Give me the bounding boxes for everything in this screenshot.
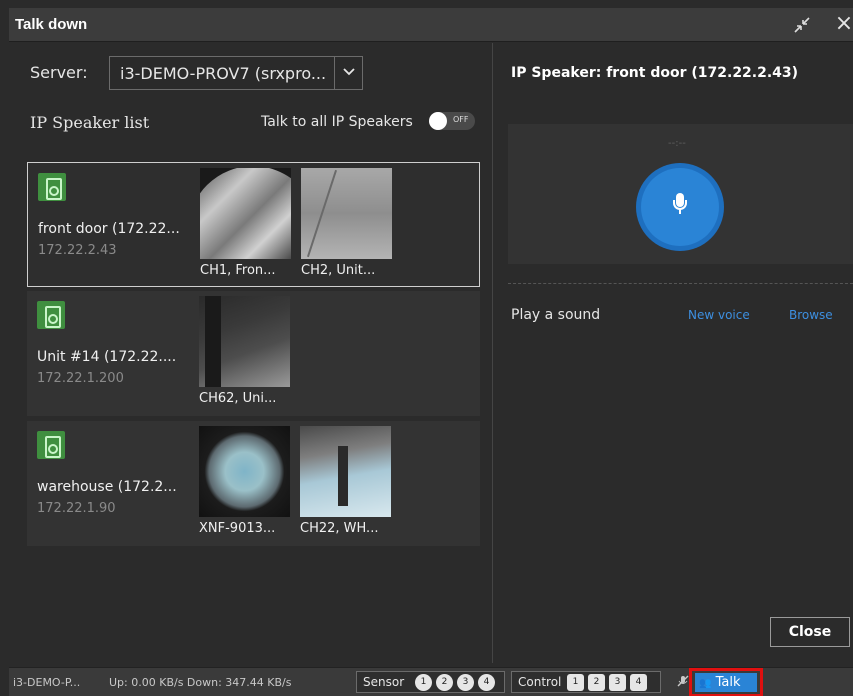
chevron-down-icon[interactable] bbox=[334, 57, 362, 89]
speaker-card-unit-14[interactable]: Unit #14 (172.22.... 172.22.1.200 CH62, … bbox=[27, 291, 480, 416]
camera-caption: CH2, Unit... bbox=[301, 263, 376, 278]
speaker-ip: 172.22.2.43 bbox=[38, 243, 117, 258]
control-3[interactable]: 3 bbox=[609, 674, 626, 691]
sensor-3[interactable]: 3 bbox=[457, 674, 474, 691]
new-voice-link[interactable]: New voice bbox=[688, 308, 750, 322]
talk-time-display: --:-- bbox=[668, 138, 686, 149]
control-group: Control 1 2 3 4 bbox=[511, 671, 661, 693]
control-1[interactable]: 1 bbox=[567, 674, 584, 691]
selected-speaker-title: IP Speaker: front door (172.22.2.43) bbox=[511, 65, 799, 81]
toggle-knob bbox=[429, 112, 447, 130]
server-label: Server: bbox=[30, 63, 88, 82]
talk-button-label: Talk bbox=[715, 675, 741, 690]
camera-thumbnail[interactable] bbox=[301, 168, 392, 259]
camera-caption: XNF-9013... bbox=[199, 521, 276, 536]
talk-all-label: Talk to all IP Speakers bbox=[261, 114, 413, 130]
talk-people-icon: 👥 bbox=[699, 678, 712, 689]
talk-all-toggle[interactable]: OFF bbox=[429, 112, 475, 130]
microphone-button[interactable] bbox=[641, 168, 719, 246]
camera-caption: CH22, WH... bbox=[300, 521, 379, 536]
control-label: Control bbox=[518, 675, 562, 689]
speaker-icon bbox=[37, 301, 65, 329]
sensor-label: Sensor bbox=[363, 675, 405, 689]
browse-link[interactable]: Browse bbox=[789, 308, 833, 322]
camera-thumbnail[interactable] bbox=[300, 426, 391, 517]
sensor-2[interactable]: 2 bbox=[436, 674, 453, 691]
talk-button[interactable]: 👥 Talk bbox=[689, 668, 763, 696]
control-4[interactable]: 4 bbox=[630, 674, 647, 691]
status-server: i3-DEMO-P... bbox=[13, 676, 81, 689]
speaker-list-pane: Server: i3-DEMO-PROV7 (srxpro... IP Spea… bbox=[9, 43, 492, 663]
sensor-group: Sensor 1 2 3 4 bbox=[356, 671, 505, 693]
speaker-card-front-door[interactable]: front door (172.22... 172.22.2.43 CH1, F… bbox=[27, 162, 480, 287]
section-divider bbox=[508, 283, 853, 284]
camera-caption: CH1, Fron... bbox=[200, 263, 276, 278]
speaker-ip: 172.22.1.200 bbox=[37, 371, 124, 386]
talk-audio-panel: --:-- bbox=[508, 124, 853, 264]
speaker-ip: 172.22.1.90 bbox=[37, 501, 116, 516]
sensor-1[interactable]: 1 bbox=[415, 674, 432, 691]
title-bar: Talk down × bbox=[9, 8, 853, 42]
status-bar: i3-DEMO-P... Up: 0.00 KB/s Down: 347.44 … bbox=[9, 667, 853, 696]
window-title: Talk down bbox=[15, 16, 88, 33]
speaker-icon bbox=[37, 431, 65, 459]
close-icon[interactable]: × bbox=[833, 11, 853, 37]
speaker-name: front door (172.22... bbox=[38, 221, 180, 237]
sensor-4[interactable]: 4 bbox=[478, 674, 495, 691]
status-transfer-rate: Up: 0.00 KB/s Down: 347.44 KB/s bbox=[109, 676, 292, 689]
control-2[interactable]: 2 bbox=[588, 674, 605, 691]
server-select-value: i3-DEMO-PROV7 (srxpro... bbox=[120, 64, 327, 83]
play-sound-label: Play a sound bbox=[511, 307, 601, 323]
server-select[interactable]: i3-DEMO-PROV7 (srxpro... bbox=[109, 56, 363, 90]
close-button[interactable]: Close bbox=[770, 617, 850, 647]
talk-detail-pane: IP Speaker: front door (172.22.2.43) --:… bbox=[493, 43, 853, 663]
camera-thumbnail[interactable] bbox=[199, 296, 290, 387]
speaker-list-heading: IP Speaker list bbox=[30, 113, 150, 132]
speaker-card-warehouse[interactable]: warehouse (172.2... 172.22.1.90 XNF-9013… bbox=[27, 421, 480, 546]
speaker-icon bbox=[38, 173, 66, 201]
talk-button-inner[interactable]: 👥 Talk bbox=[695, 673, 757, 692]
speaker-name: warehouse (172.2... bbox=[37, 479, 177, 495]
collapse-icon[interactable] bbox=[791, 14, 813, 36]
camera-thumbnail[interactable] bbox=[199, 426, 290, 517]
camera-thumbnail[interactable] bbox=[200, 168, 291, 259]
camera-caption: CH62, Uni... bbox=[199, 391, 277, 406]
speaker-name: Unit #14 (172.22.... bbox=[37, 349, 177, 365]
toggle-state: OFF bbox=[453, 115, 469, 124]
mic-mute-icon[interactable] bbox=[676, 674, 690, 688]
